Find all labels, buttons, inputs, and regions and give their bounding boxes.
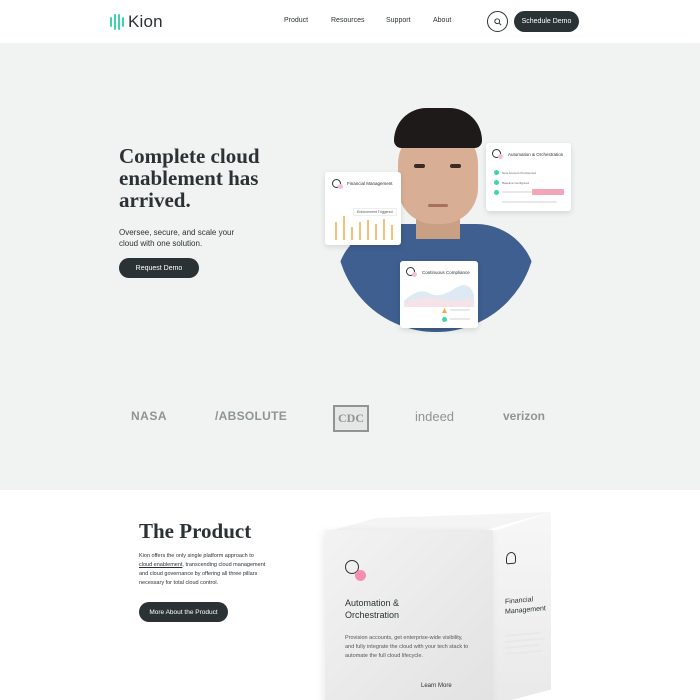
automation-item: New Account Provisioned [502,171,537,175]
schedule-demo-button[interactable]: Schedule Demo [514,11,579,32]
pink-dot-icon [412,272,417,277]
customer-logos: NASA /ABSOLUTE CDC indeed verizon [0,405,700,432]
absolute-logo: /ABSOLUTE [215,409,288,423]
pink-dot-icon [355,570,366,581]
nav-resources[interactable]: Resources [331,17,364,24]
card-title: Financial Management [347,181,393,186]
product-text-start: Kion offers the only single platform app… [139,553,254,559]
brand-name: Kion [128,12,163,31]
search-icon [493,17,502,26]
check-icon [494,170,499,175]
box-front-title: Automation & Orchestration [345,598,400,620]
indeed-logo: indeed [415,409,455,424]
hero-title: Complete cloud enablement has arrived. [119,144,260,212]
box-side-text [505,631,549,655]
enforcement-tag: Enforcement Triggered [353,208,397,216]
product-description: Kion offers the only single platform app… [139,552,267,588]
nav-support[interactable]: Support [386,17,411,24]
financial-management-card: Financial Management Enforcement Trigger… [325,172,401,245]
box-front-text: Provision accounts, get enterprise-wide … [345,635,469,659]
product-title: The Product [139,519,252,543]
site-header: Kion Product Resources Support About Sch… [0,0,700,43]
financial-icon [506,551,516,565]
pink-dot-icon [498,154,503,159]
cloud-enablement-link[interactable]: cloud enablement [139,562,182,568]
check-icon [494,190,499,195]
check-icon [494,180,499,185]
card-title: Continuous Compliance [422,270,470,275]
nav-about[interactable]: About [433,17,451,24]
more-about-product-button[interactable]: More About the Product [139,602,228,622]
learn-more-link[interactable]: Learn More [421,683,452,689]
verizon-logo: verizon [503,409,546,423]
search-button[interactable] [487,11,508,32]
continuous-compliance-card: Continuous Compliance [400,261,478,328]
compliance-chart [404,285,474,307]
request-demo-button[interactable]: Request Demo [119,258,199,278]
automation-orchestration-card: Automation & Orchestration New Account P… [486,143,571,211]
cdc-logo: CDC [333,405,369,432]
nasa-logo: NASA [131,409,168,423]
card-title: Automation & Orchestration [508,152,564,157]
nav-product[interactable]: Product [284,17,308,24]
automation-item: Baseline Configured [502,181,530,185]
hero-subtitle: Oversee, secure, and scale your cloud wi… [119,228,235,248]
pink-dot-icon [338,184,343,189]
check-icon [442,317,447,322]
box-side-title: Financial Management [505,596,546,616]
kion-logo[interactable]: Kion [110,12,163,32]
kion-logo-icon [110,14,124,30]
